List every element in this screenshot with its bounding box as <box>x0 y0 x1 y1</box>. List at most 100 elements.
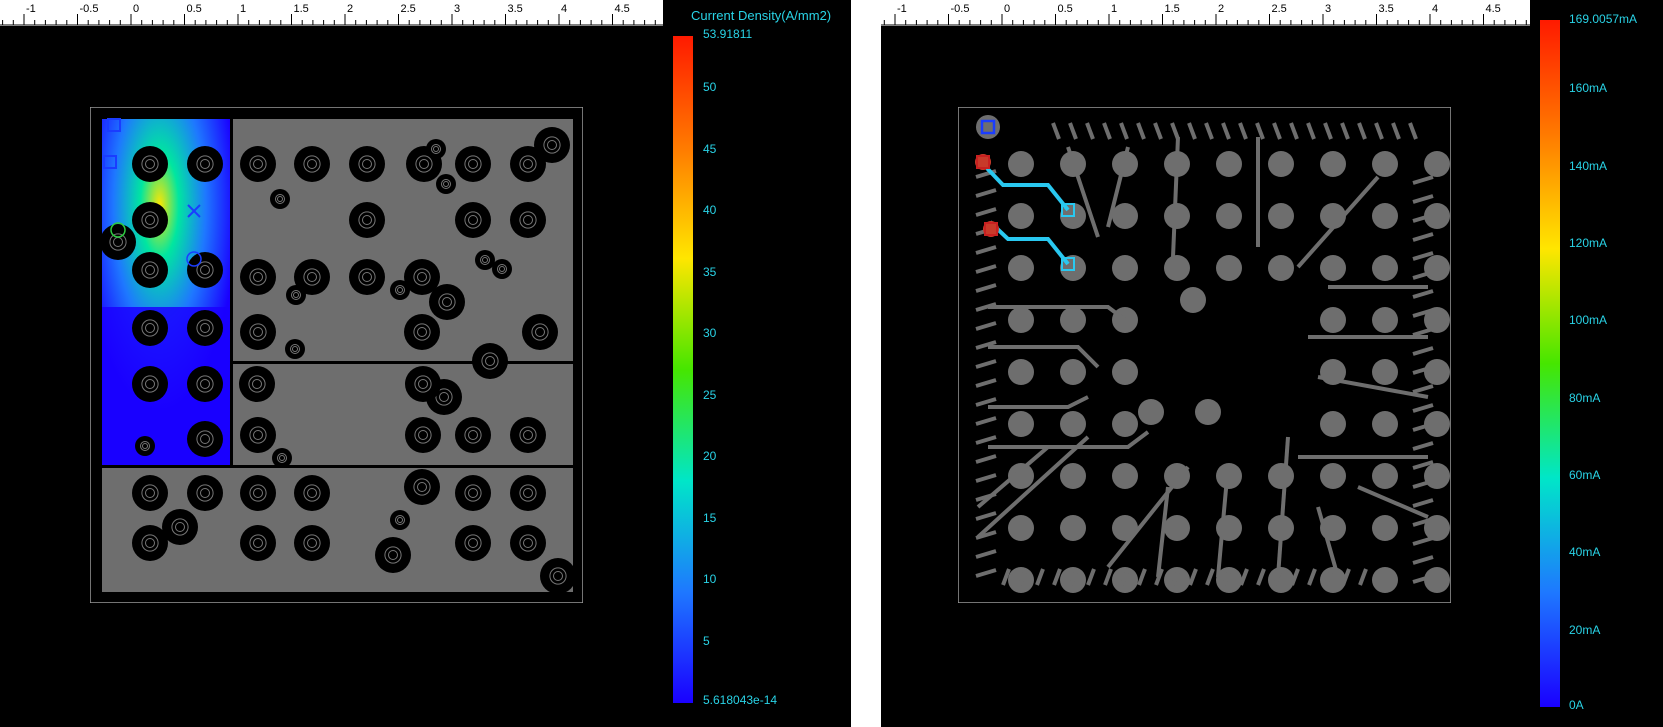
via[interactable] <box>270 189 290 209</box>
via[interactable] <box>390 280 410 300</box>
via[interactable] <box>187 366 223 402</box>
bga-pad[interactable] <box>1372 203 1398 229</box>
bga-pad[interactable] <box>1060 359 1086 385</box>
bga-pad[interactable] <box>1424 359 1450 385</box>
via[interactable] <box>187 252 223 288</box>
via[interactable] <box>429 284 465 320</box>
via[interactable] <box>285 339 305 359</box>
bga-pad[interactable] <box>1008 255 1034 281</box>
via[interactable] <box>187 475 223 511</box>
bga-pad[interactable] <box>1060 411 1086 437</box>
via[interactable] <box>162 509 198 545</box>
via[interactable] <box>349 146 385 182</box>
via[interactable] <box>455 202 491 238</box>
bga-pad[interactable] <box>1372 255 1398 281</box>
via[interactable] <box>187 310 223 346</box>
via[interactable] <box>132 146 168 182</box>
bga-pad[interactable] <box>1320 307 1346 333</box>
bga-pad[interactable] <box>1008 151 1034 177</box>
bga-pad[interactable] <box>1372 567 1398 593</box>
bga-pad[interactable] <box>1060 515 1086 541</box>
via[interactable] <box>187 421 223 457</box>
trace-current-board[interactable] <box>958 107 1451 603</box>
via[interactable] <box>132 310 168 346</box>
bga-pad[interactable] <box>1372 515 1398 541</box>
via[interactable] <box>135 436 155 456</box>
bga-pad[interactable] <box>1424 255 1450 281</box>
bga-pad[interactable] <box>1320 255 1346 281</box>
via[interactable] <box>405 417 441 453</box>
bga-pad[interactable] <box>1112 463 1138 489</box>
bga-pad[interactable] <box>1008 411 1034 437</box>
bga-pad[interactable] <box>1268 463 1294 489</box>
via[interactable] <box>294 475 330 511</box>
via[interactable] <box>534 127 570 163</box>
plane-current-density-board[interactable] <box>90 107 583 603</box>
via[interactable] <box>510 475 546 511</box>
bga-pad[interactable] <box>1164 255 1190 281</box>
via[interactable] <box>405 366 441 402</box>
bga-pad[interactable] <box>1268 203 1294 229</box>
bga-pad[interactable] <box>1372 151 1398 177</box>
via[interactable] <box>240 475 276 511</box>
bga-pad[interactable] <box>1112 411 1138 437</box>
via[interactable] <box>404 314 440 350</box>
via[interactable] <box>239 366 275 402</box>
bga-pad[interactable] <box>1008 359 1034 385</box>
via[interactable] <box>426 139 446 159</box>
via[interactable] <box>286 285 306 305</box>
via[interactable] <box>132 252 168 288</box>
horizontal-ruler[interactable]: -1 -0.5 0 0.5 1 1.5 2 2.5 3 3.5 4 4.5 <box>0 0 663 26</box>
via[interactable] <box>294 146 330 182</box>
via[interactable] <box>272 448 292 468</box>
bga-pad[interactable] <box>1216 255 1242 281</box>
via[interactable] <box>455 417 491 453</box>
via[interactable] <box>510 202 546 238</box>
via[interactable] <box>522 314 558 350</box>
via[interactable] <box>455 475 491 511</box>
bga-pad[interactable] <box>1268 151 1294 177</box>
via[interactable] <box>349 259 385 295</box>
via[interactable] <box>240 417 276 453</box>
bga-pad[interactable] <box>1112 359 1138 385</box>
via[interactable] <box>510 417 546 453</box>
via[interactable] <box>240 314 276 350</box>
bga-pad[interactable] <box>1268 255 1294 281</box>
bga-pad[interactable] <box>1008 203 1034 229</box>
bga-pad[interactable] <box>1320 151 1346 177</box>
bga-pad[interactable] <box>1424 151 1450 177</box>
via[interactable] <box>240 525 276 561</box>
via[interactable] <box>100 224 136 260</box>
via[interactable] <box>492 259 512 279</box>
via[interactable] <box>132 475 168 511</box>
via[interactable] <box>240 146 276 182</box>
bga-pad[interactable] <box>1216 203 1242 229</box>
bga-pad[interactable] <box>1216 151 1242 177</box>
via[interactable] <box>132 366 168 402</box>
bga-pad[interactable] <box>1320 463 1346 489</box>
bga-pad[interactable] <box>1112 203 1138 229</box>
bga-pad[interactable] <box>1320 411 1346 437</box>
via[interactable] <box>436 174 456 194</box>
bga-pad[interactable] <box>1372 359 1398 385</box>
bga-pad[interactable] <box>1424 567 1450 593</box>
via[interactable] <box>294 525 330 561</box>
via[interactable] <box>132 202 168 238</box>
bga-pad[interactable] <box>1372 463 1398 489</box>
via[interactable] <box>475 250 495 270</box>
via[interactable] <box>455 525 491 561</box>
bga-pad[interactable] <box>1372 307 1398 333</box>
bga-pad[interactable] <box>1112 255 1138 281</box>
bga-pad[interactable] <box>1180 287 1206 313</box>
via[interactable] <box>349 202 385 238</box>
bga-pad[interactable] <box>1060 307 1086 333</box>
via[interactable] <box>455 146 491 182</box>
via[interactable] <box>240 259 276 295</box>
bga-pad[interactable] <box>1164 515 1190 541</box>
bga-pad[interactable] <box>1424 463 1450 489</box>
bga-pad[interactable] <box>1372 411 1398 437</box>
bga-pad[interactable] <box>1008 307 1034 333</box>
via[interactable] <box>540 558 576 594</box>
bga-pad[interactable] <box>1138 399 1164 425</box>
via[interactable] <box>404 469 440 505</box>
